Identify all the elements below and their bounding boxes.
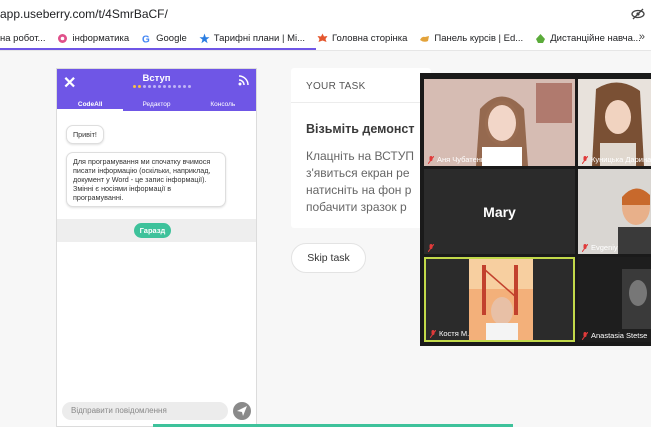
app-header: ✕ Вступ CodeAll Редактор Консоль xyxy=(57,69,256,111)
bookmark-item[interactable]: G Google xyxy=(141,33,187,44)
participant-name: Anastasia Stetse xyxy=(582,331,647,340)
bookmark-label: Панель курсів | Ed... xyxy=(434,32,524,44)
participant-tile[interactable]: Mary xyxy=(424,169,575,254)
bookmarks-more-button[interactable]: » xyxy=(639,31,645,43)
participant-name: Костя М. xyxy=(430,329,469,338)
participant-video xyxy=(578,79,651,166)
bookmark-item[interactable]: Дистанційне навча... xyxy=(535,33,641,44)
svg-text:G: G xyxy=(142,34,150,44)
task-title: Візьміть демонст xyxy=(306,122,415,136)
tab-codeall[interactable]: CodeAll xyxy=(57,98,124,111)
address-bar[interactable]: app.useberry.com/t/4SmrBaCF/ xyxy=(0,0,651,28)
bookmark-item[interactable]: Панель курсів | Ed... xyxy=(419,33,523,44)
app-preview-panel: ✕ Вступ CodeAll Редактор Консоль Привіт!… xyxy=(56,68,257,427)
app-title: Вступ xyxy=(142,73,171,84)
participant-tile-active[interactable]: Костя М. xyxy=(424,257,575,342)
google-icon: G xyxy=(142,34,150,44)
bookmark-label: Головна сторінка xyxy=(332,32,408,44)
muted-mic-icon xyxy=(430,329,436,338)
chat-message: Привіт! xyxy=(66,125,104,144)
muted-mic-icon xyxy=(582,331,588,340)
ok-button[interactable]: Гаразд xyxy=(134,223,171,238)
participant-tile[interactable]: Куницька Дарина xyxy=(578,79,651,166)
task-label: YOUR TASK xyxy=(306,81,366,92)
bookmark-label: інформатика xyxy=(72,32,130,44)
task-desc-line: натисніть на фон р xyxy=(306,183,412,197)
hand-icon xyxy=(420,35,430,42)
flower-icon xyxy=(58,33,68,43)
chat-message: Для програмування ми спочатку вчимося пи… xyxy=(66,152,226,207)
participant-video xyxy=(426,259,573,340)
participant-name: Аня Чубатенко xyxy=(428,155,488,164)
bookmark-label: Google xyxy=(156,32,187,44)
send-button[interactable] xyxy=(233,402,251,420)
bookmarks-bar: на робот... інформатика G Google Тарифні… xyxy=(0,28,651,48)
task-desc-line: з'явиться екран ре xyxy=(306,166,410,180)
broadcast-icon[interactable] xyxy=(238,74,250,86)
task-desc-line: побачити зразок р xyxy=(306,200,407,214)
tab-console[interactable]: Консоль xyxy=(190,98,256,111)
divider xyxy=(291,102,431,103)
participant-name: Evgeniy xyxy=(582,243,618,252)
participant-tile[interactable]: Аня Чубатенко xyxy=(424,79,575,166)
bookmark-item[interactable]: на робот... xyxy=(0,33,45,44)
muted-mic-icon xyxy=(582,155,588,164)
skip-task-button[interactable]: Skip task xyxy=(291,243,366,273)
participant-initial-name: Mary xyxy=(483,204,516,220)
message-input[interactable]: Відправити повідомлення xyxy=(62,402,228,420)
muted-mic-icon xyxy=(428,244,434,252)
bookmark-item[interactable]: інформатика xyxy=(57,33,129,44)
participant-tile[interactable]: Evgeniy xyxy=(578,169,651,254)
muted-mic-icon xyxy=(428,155,434,164)
tray-icon xyxy=(536,33,546,43)
url-text[interactable]: app.useberry.com/t/4SmrBaCF/ xyxy=(0,7,168,21)
participant-video xyxy=(424,79,575,166)
send-icon xyxy=(237,406,247,416)
participant-video xyxy=(578,257,651,342)
participant-video xyxy=(578,169,651,254)
task-card: YOUR TASK Візьміть демонст Клацніть на В… xyxy=(291,68,431,228)
video-call-overlay: Аня Чубатенко Куницька Дарина Mary Evgen… xyxy=(420,73,651,346)
bookmark-label: на робот... xyxy=(0,32,46,44)
muted-mic-icon xyxy=(582,243,588,252)
participant-name xyxy=(428,244,437,252)
participant-name: Куницька Дарина xyxy=(582,155,651,164)
eye-slash-icon[interactable] xyxy=(631,7,645,21)
step-indicator xyxy=(133,85,191,88)
task-desc-line: Клацніть на ВСТУП xyxy=(306,149,414,163)
tab-editor[interactable]: Редактор xyxy=(123,98,189,111)
app-tabs: CodeAll Редактор Консоль xyxy=(57,98,256,111)
star-icon xyxy=(199,33,210,43)
task-description: Клацніть на ВСТУП з'явиться екран ре нат… xyxy=(306,148,414,216)
participant-tile[interactable]: Anastasia Stetse xyxy=(578,257,651,342)
bookmark-item[interactable]: Тарифні плани | Мі... xyxy=(199,33,305,44)
bookmark-label: Тарифні плани | Мі... xyxy=(213,32,306,44)
maple-icon xyxy=(317,33,328,42)
reply-strip: Гаразд xyxy=(57,219,256,242)
bookmark-item[interactable]: Головна сторінка xyxy=(317,33,407,44)
bookmark-label: Дистанційне навча... xyxy=(550,32,641,44)
